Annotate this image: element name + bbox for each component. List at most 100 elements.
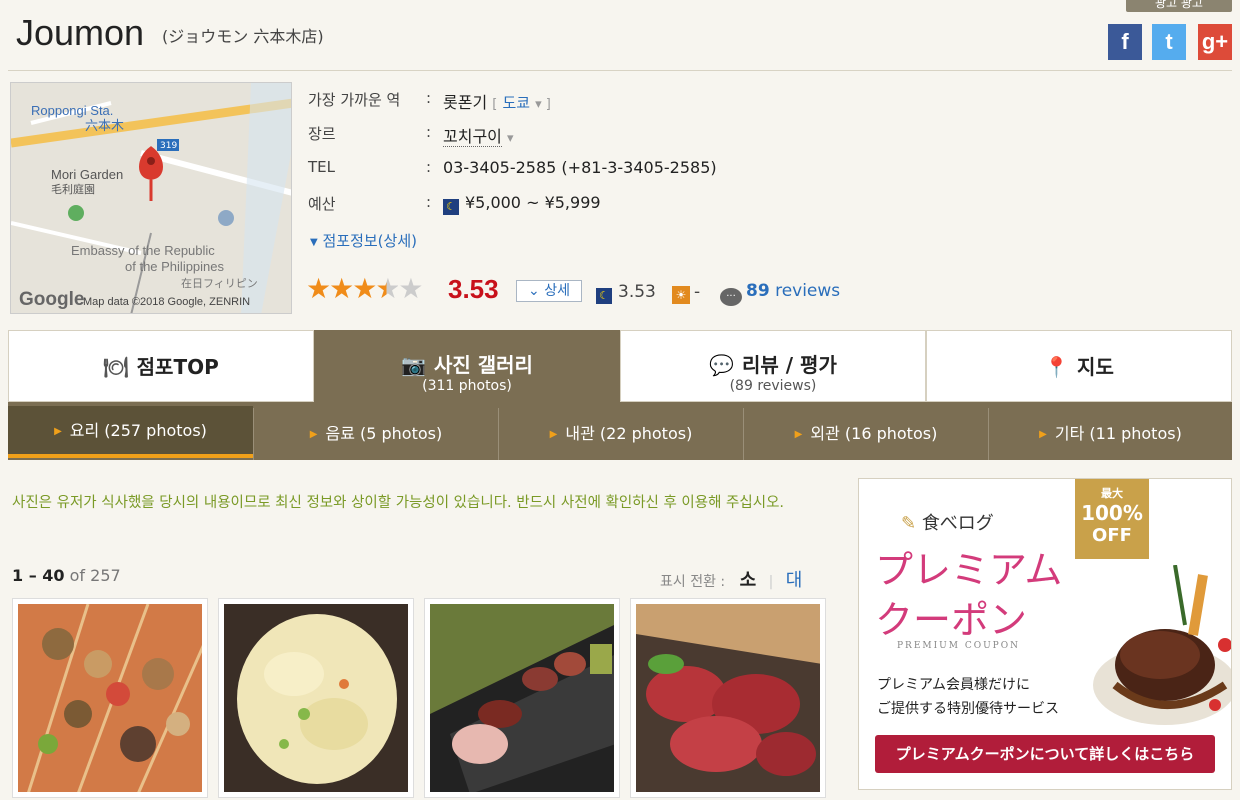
tab-label: 사진 갤러리 bbox=[433, 353, 533, 377]
genre-value-group: 꼬치구이 ▾ bbox=[443, 123, 514, 147]
google-plus-share-button[interactable]: g+ bbox=[1198, 24, 1232, 60]
reviews-link[interactable]: ··· 89 reviews bbox=[720, 281, 840, 306]
tab-store-top[interactable]: 🍽 점포TOP bbox=[8, 330, 314, 402]
photo-count: 1 – 40 of 257 bbox=[12, 566, 121, 585]
lunch-score-value: - bbox=[694, 282, 701, 302]
bracket: [ bbox=[492, 97, 498, 112]
map-label: Roppongi Sta. bbox=[31, 103, 113, 118]
rating-detail-button[interactable]: ⌄ 상세 bbox=[516, 280, 582, 302]
ad-logo-text: 食べログ bbox=[921, 513, 994, 534]
google-plus-icon: g+ bbox=[1201, 29, 1229, 54]
photo-total: of 257 bbox=[69, 566, 121, 585]
subtab-exterior[interactable]: ▶ 외관 (16 photos) bbox=[743, 408, 988, 460]
tel-value: 03-3405-2585 (+81-3-3405-2585) bbox=[443, 158, 717, 177]
rating-detail-label: 상세 bbox=[544, 283, 570, 299]
review-label: reviews bbox=[775, 281, 841, 301]
star-rating: ★★★★★ bbox=[306, 272, 424, 305]
colon: : bbox=[426, 158, 432, 176]
store-detail-link[interactable]: ▼ 점포정보(상세) bbox=[310, 230, 417, 251]
badge-top: 最大 bbox=[1101, 487, 1123, 500]
restaurant-icon: 🍽 bbox=[103, 355, 129, 379]
caret-right-icon: ▶ bbox=[1039, 429, 1047, 440]
location-map[interactable]: 319 Roppongi Sta. 六本木 Mori Garden 毛利庭園 E… bbox=[10, 82, 292, 314]
subtab-label: 내관 (22 photos) bbox=[565, 424, 693, 443]
map-graphic: 319 Roppongi Sta. 六本木 Mori Garden 毛利庭園 E… bbox=[11, 83, 291, 313]
subtab-drink[interactable]: ▶ 음료 (5 photos) bbox=[253, 408, 498, 460]
station-city-link[interactable]: 도쿄 bbox=[502, 94, 530, 112]
tab-label: 지도 bbox=[1077, 355, 1114, 379]
tab-sublabel: (311 photos) bbox=[422, 378, 512, 394]
facebook-share-button[interactable]: f bbox=[1108, 24, 1142, 60]
subtab-interior[interactable]: ▶ 내관 (22 photos) bbox=[498, 408, 743, 460]
moon-icon: ☾ bbox=[596, 288, 612, 304]
subtab-label: 요리 (257 photos) bbox=[69, 421, 207, 440]
camera-icon: 📷 bbox=[401, 353, 426, 377]
ad-tag[interactable]: 광고 광고 bbox=[1126, 0, 1232, 12]
station-value: 롯폰기 bbox=[443, 93, 488, 112]
colon: : bbox=[426, 89, 432, 107]
dinner-score-value: 3.53 bbox=[618, 282, 656, 302]
rating-score: 3.53 bbox=[448, 274, 499, 304]
ad-subtitle: PREMIUM COUPON bbox=[897, 641, 1020, 651]
view-large-button[interactable]: 대 bbox=[786, 570, 803, 591]
star-icon: ★★★ bbox=[306, 272, 377, 305]
sun-icon: ☀ bbox=[672, 286, 690, 304]
food-photo bbox=[224, 604, 408, 792]
store-detail-label: 점포정보(상세) bbox=[322, 232, 417, 250]
badge-off: OFF bbox=[1092, 525, 1132, 546]
badge-percent: 100% bbox=[1081, 501, 1143, 525]
restaurant-name: Joumon bbox=[16, 12, 145, 53]
genre-label: 장르 bbox=[308, 125, 336, 143]
map-label: Mori Garden bbox=[51, 167, 123, 182]
subtab-food[interactable]: ▶ 요리 (257 photos) bbox=[8, 406, 253, 458]
photo-thumbnail[interactable] bbox=[218, 598, 414, 798]
view-small-button[interactable]: 소 bbox=[740, 570, 757, 591]
budget-value-group: ☾ ¥5,000 ~ ¥5,999 bbox=[443, 193, 601, 215]
review-count: 89 bbox=[746, 281, 770, 301]
empty-star-icon: ★ bbox=[398, 272, 423, 305]
premium-coupon-ad[interactable]: ✎ 食べログ 最大 100% OFF プレミアム クーポン PREMIUM COU… bbox=[858, 478, 1232, 790]
map-label: of the Philippines bbox=[125, 259, 225, 274]
view-toggle: 표시 전환 : 소 | 대 bbox=[660, 566, 802, 592]
twitter-share-button[interactable]: t bbox=[1152, 24, 1186, 60]
map-label: 在日フィリピン bbox=[181, 277, 258, 290]
chevron-down-icon: ⌄ bbox=[528, 283, 540, 299]
tab-label: 점포TOP bbox=[136, 355, 219, 379]
photo-thumbnail[interactable] bbox=[424, 598, 620, 798]
map-pin-icon: 📍 bbox=[1044, 355, 1070, 379]
chevron-down-icon: ▼ bbox=[310, 237, 318, 248]
tab-map[interactable]: 📍 지도 bbox=[926, 330, 1232, 402]
ad-desc-line: プレミアム会員様だけに bbox=[877, 677, 1031, 693]
food-photo bbox=[636, 604, 820, 792]
map-label: Embassy of the Republic bbox=[71, 243, 215, 258]
ad-cta-button[interactable]: プレミアムクーポンについて詳しくはこちら bbox=[875, 735, 1215, 773]
tab-photo-gallery[interactable]: 📷 사진 갤러리 (311 photos) bbox=[314, 330, 620, 402]
dropdown-icon[interactable]: ▾ bbox=[507, 131, 514, 146]
budget-value: ¥5,000 ~ ¥5,999 bbox=[465, 193, 601, 212]
route-badge: 319 bbox=[160, 141, 177, 151]
subtab-label: 기타 (11 photos) bbox=[1054, 424, 1182, 443]
photo-category-tabs: ▶ 요리 (257 photos) ▶ 음료 (5 photos) ▶ 내관 (22 … bbox=[8, 402, 1232, 460]
google-logo: Google bbox=[19, 289, 84, 310]
food-photo bbox=[18, 604, 202, 792]
colon: : bbox=[426, 123, 432, 141]
caret-right-icon: ▶ bbox=[309, 429, 318, 440]
caret-right-icon: ▶ bbox=[54, 426, 62, 437]
subtab-other[interactable]: ▶ 기타 (11 photos) bbox=[988, 408, 1232, 460]
ad-description: プレミアム会員様だけに ご提供する特別優待サービス bbox=[877, 673, 1059, 721]
photo-thumbnail[interactable] bbox=[630, 598, 826, 798]
tabelog-logo: ✎ 食べログ bbox=[901, 509, 994, 535]
restaurant-subname: (ジョウモン 六本木店) bbox=[162, 27, 324, 46]
tab-reviews[interactable]: 💬 리뷰 / 평가 (89 reviews) bbox=[620, 330, 926, 402]
tel-label: TEL bbox=[308, 158, 335, 176]
dropdown-icon[interactable]: ▾ ] bbox=[535, 97, 551, 112]
ad-title: プレミアム クーポン bbox=[875, 545, 1062, 645]
budget-label: 예산 bbox=[308, 195, 336, 213]
chat-icon: 💬 bbox=[709, 353, 735, 377]
photo-notice: 사진은 유저가 식사했을 당시의 내용이므로 최신 정보와 상이할 가능성이 있… bbox=[12, 495, 785, 511]
chopsticks-icon: ✎ bbox=[901, 513, 922, 534]
photo-thumbnail[interactable] bbox=[12, 598, 208, 798]
half-star-icon: ★ bbox=[375, 272, 400, 305]
station-label: 가장 가까운 역 bbox=[308, 91, 401, 109]
genre-value[interactable]: 꼬치구이 bbox=[443, 127, 502, 147]
